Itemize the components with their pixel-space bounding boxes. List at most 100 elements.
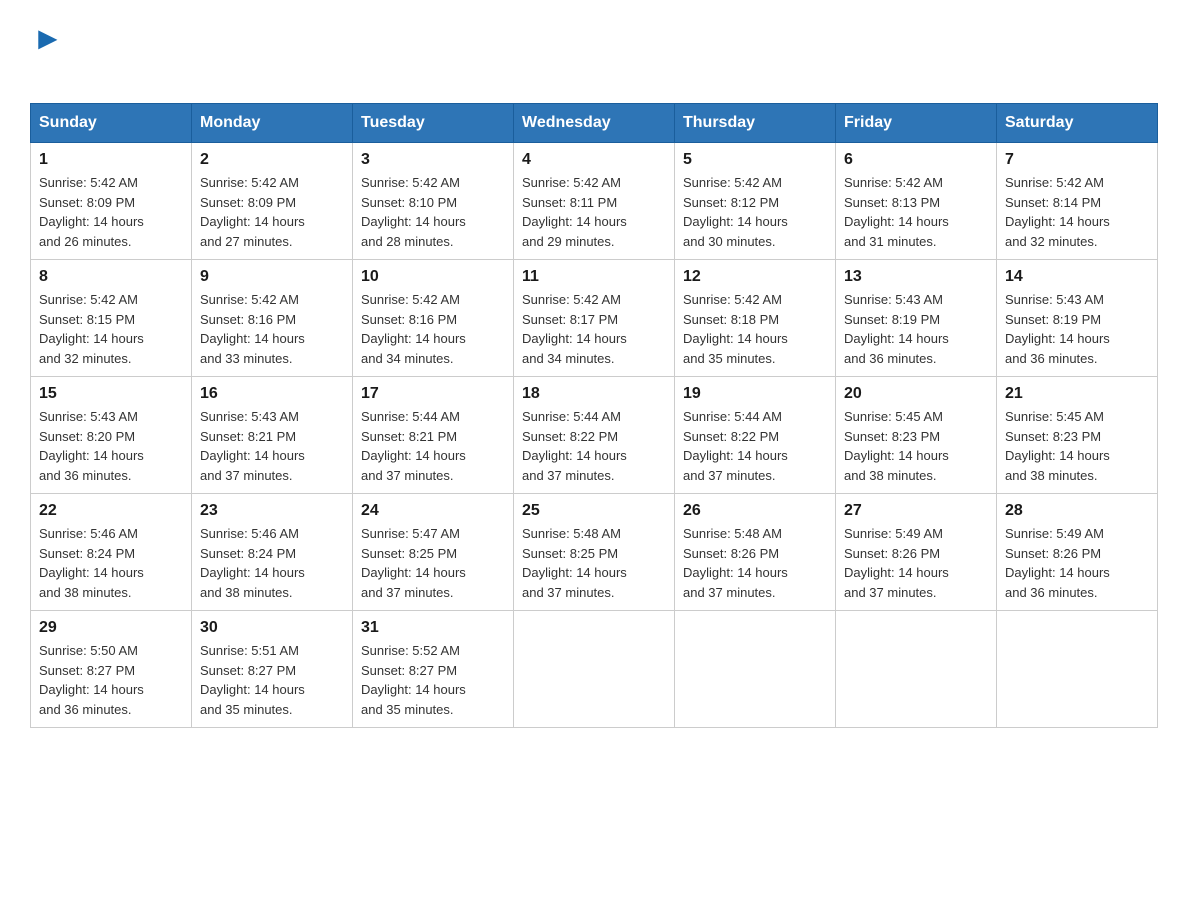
calendar-header-thursday: Thursday xyxy=(675,104,836,143)
day-info: Sunrise: 5:46 AMSunset: 8:24 PMDaylight:… xyxy=(39,524,183,602)
day-info: Sunrise: 5:42 AMSunset: 8:13 PMDaylight:… xyxy=(844,173,988,251)
calendar-day-cell: 26Sunrise: 5:48 AMSunset: 8:26 PMDayligh… xyxy=(675,494,836,611)
calendar-day-cell: 2 Sunrise: 5:42 AMSunset: 8:09 PMDaylight… xyxy=(192,143,353,260)
calendar-day-cell: 7Sunrise: 5:42 AMSunset: 8:14 PMDaylight… xyxy=(997,143,1158,260)
day-number: 22 xyxy=(39,502,183,520)
day-info: Sunrise: 5:50 AMSunset: 8:27 PMDaylight:… xyxy=(39,641,183,719)
calendar-day-cell: 4 Sunrise: 5:42 AMSunset: 8:11 PMDaylight… xyxy=(514,143,675,260)
day-info: Sunrise: 5:42 AMSunset: 8:10 PMDaylight:… xyxy=(361,173,505,251)
day-number: 3 xyxy=(361,151,505,169)
day-info: Sunrise: 5:42 AMSunset: 8:16 PMDaylight:… xyxy=(200,290,344,368)
calendar-day-cell: 20 Sunrise: 5:45 AMSunset: 8:23 PMDayligh… xyxy=(836,377,997,494)
calendar-header-saturday: Saturday xyxy=(997,104,1158,143)
calendar-day-cell: 23 Sunrise: 5:46 AMSunset: 8:24 PMDayligh… xyxy=(192,494,353,611)
calendar-day-cell: 28 Sunrise: 5:49 AMSunset: 8:26 PMDayligh… xyxy=(997,494,1158,611)
day-number: 9 xyxy=(200,268,344,286)
calendar-day-cell: 22 Sunrise: 5:46 AMSunset: 8:24 PMDayligh… xyxy=(31,494,192,611)
calendar-day-cell: 10 Sunrise: 5:42 AMSunset: 8:16 PMDayligh… xyxy=(353,260,514,377)
day-info: Sunrise: 5:42 AMSunset: 8:15 PMDaylight:… xyxy=(39,290,183,368)
day-info: Sunrise: 5:42 AMSunset: 8:14 PMDaylight:… xyxy=(1005,173,1149,251)
day-number: 29 xyxy=(39,619,183,637)
day-info: Sunrise: 5:49 AMSunset: 8:26 PMDaylight:… xyxy=(1005,524,1149,602)
calendar-day-cell: 15 Sunrise: 5:43 AMSunset: 8:20 PMDayligh… xyxy=(31,377,192,494)
calendar-header-row: SundayMondayTuesdayWednesdayThursdayFrid… xyxy=(31,104,1158,143)
calendar-week-row: 8 Sunrise: 5:42 AMSunset: 8:15 PMDaylight… xyxy=(31,260,1158,377)
day-info: Sunrise: 5:42 AMSunset: 8:09 PMDaylight:… xyxy=(39,173,183,251)
calendar-day-cell: 6Sunrise: 5:42 AMSunset: 8:13 PMDaylight… xyxy=(836,143,997,260)
calendar-day-cell: 29 Sunrise: 5:50 AMSunset: 8:27 PMDayligh… xyxy=(31,611,192,728)
logo: ► xyxy=(30,20,64,83)
header: ► xyxy=(30,20,1158,83)
day-info: Sunrise: 5:47 AMSunset: 8:25 PMDaylight:… xyxy=(361,524,505,602)
day-info: Sunrise: 5:52 AMSunset: 8:27 PMDaylight:… xyxy=(361,641,505,719)
calendar-header-tuesday: Tuesday xyxy=(353,104,514,143)
calendar-day-cell: 19 Sunrise: 5:44 AMSunset: 8:22 PMDayligh… xyxy=(675,377,836,494)
day-number: 10 xyxy=(361,268,505,286)
day-number: 31 xyxy=(361,619,505,637)
day-number: 1 xyxy=(39,151,183,169)
calendar-week-row: 15 Sunrise: 5:43 AMSunset: 8:20 PMDayligh… xyxy=(31,377,1158,494)
day-number: 26 xyxy=(683,502,827,520)
calendar-day-cell: 24 Sunrise: 5:47 AMSunset: 8:25 PMDayligh… xyxy=(353,494,514,611)
day-number: 23 xyxy=(200,502,344,520)
calendar-day-cell: 12Sunrise: 5:42 AMSunset: 8:18 PMDayligh… xyxy=(675,260,836,377)
calendar-day-cell: 30 Sunrise: 5:51 AMSunset: 8:27 PMDayligh… xyxy=(192,611,353,728)
day-number: 4 xyxy=(522,151,666,169)
day-info: Sunrise: 5:44 AMSunset: 8:22 PMDaylight:… xyxy=(683,407,827,485)
day-info: Sunrise: 5:42 AMSunset: 8:17 PMDaylight:… xyxy=(522,290,666,368)
day-info: Sunrise: 5:44 AMSunset: 8:22 PMDaylight:… xyxy=(522,407,666,485)
day-number: 5 xyxy=(683,151,827,169)
day-info: Sunrise: 5:45 AMSunset: 8:23 PMDaylight:… xyxy=(1005,407,1149,485)
day-number: 15 xyxy=(39,385,183,403)
day-number: 27 xyxy=(844,502,988,520)
day-info: Sunrise: 5:42 AMSunset: 8:18 PMDaylight:… xyxy=(683,290,827,368)
day-number: 18 xyxy=(522,385,666,403)
calendar-day-cell: 3 Sunrise: 5:42 AMSunset: 8:10 PMDaylight… xyxy=(353,143,514,260)
calendar-day-cell: 14 Sunrise: 5:43 AMSunset: 8:19 PMDayligh… xyxy=(997,260,1158,377)
day-info: Sunrise: 5:43 AMSunset: 8:19 PMDaylight:… xyxy=(1005,290,1149,368)
calendar-week-row: 1 Sunrise: 5:42 AMSunset: 8:09 PMDaylight… xyxy=(31,143,1158,260)
calendar-day-cell: 13Sunrise: 5:43 AMSunset: 8:19 PMDayligh… xyxy=(836,260,997,377)
day-number: 21 xyxy=(1005,385,1149,403)
day-info: Sunrise: 5:42 AMSunset: 8:11 PMDaylight:… xyxy=(522,173,666,251)
day-info: Sunrise: 5:43 AMSunset: 8:20 PMDaylight:… xyxy=(39,407,183,485)
day-number: 24 xyxy=(361,502,505,520)
day-number: 28 xyxy=(1005,502,1149,520)
day-number: 20 xyxy=(844,385,988,403)
day-info: Sunrise: 5:43 AMSunset: 8:19 PMDaylight:… xyxy=(844,290,988,368)
day-info: Sunrise: 5:42 AMSunset: 8:09 PMDaylight:… xyxy=(200,173,344,251)
calendar-day-cell: 16 Sunrise: 5:43 AMSunset: 8:21 PMDayligh… xyxy=(192,377,353,494)
day-number: 25 xyxy=(522,502,666,520)
calendar-day-cell: 9 Sunrise: 5:42 AMSunset: 8:16 PMDaylight… xyxy=(192,260,353,377)
calendar-header-sunday: Sunday xyxy=(31,104,192,143)
calendar-day-cell xyxy=(836,611,997,728)
day-info: Sunrise: 5:46 AMSunset: 8:24 PMDaylight:… xyxy=(200,524,344,602)
day-number: 19 xyxy=(683,385,827,403)
day-number: 2 xyxy=(200,151,344,169)
day-number: 30 xyxy=(200,619,344,637)
day-info: Sunrise: 5:43 AMSunset: 8:21 PMDaylight:… xyxy=(200,407,344,485)
calendar-day-cell xyxy=(514,611,675,728)
calendar-table: SundayMondayTuesdayWednesdayThursdayFrid… xyxy=(30,103,1158,728)
calendar-header-monday: Monday xyxy=(192,104,353,143)
calendar-day-cell xyxy=(675,611,836,728)
calendar-day-cell: 25Sunrise: 5:48 AMSunset: 8:25 PMDayligh… xyxy=(514,494,675,611)
day-number: 16 xyxy=(200,385,344,403)
day-info: Sunrise: 5:42 AMSunset: 8:12 PMDaylight:… xyxy=(683,173,827,251)
day-info: Sunrise: 5:44 AMSunset: 8:21 PMDaylight:… xyxy=(361,407,505,485)
day-number: 8 xyxy=(39,268,183,286)
calendar-day-cell xyxy=(997,611,1158,728)
calendar-day-cell: 31 Sunrise: 5:52 AMSunset: 8:27 PMDayligh… xyxy=(353,611,514,728)
calendar-day-cell: 5 Sunrise: 5:42 AMSunset: 8:12 PMDaylight… xyxy=(675,143,836,260)
day-info: Sunrise: 5:45 AMSunset: 8:23 PMDaylight:… xyxy=(844,407,988,485)
day-number: 17 xyxy=(361,385,505,403)
calendar-day-cell: 27Sunrise: 5:49 AMSunset: 8:26 PMDayligh… xyxy=(836,494,997,611)
calendar-day-cell: 1 Sunrise: 5:42 AMSunset: 8:09 PMDaylight… xyxy=(31,143,192,260)
day-info: Sunrise: 5:51 AMSunset: 8:27 PMDaylight:… xyxy=(200,641,344,719)
calendar-day-cell: 8 Sunrise: 5:42 AMSunset: 8:15 PMDaylight… xyxy=(31,260,192,377)
calendar-week-row: 29 Sunrise: 5:50 AMSunset: 8:27 PMDayligh… xyxy=(31,611,1158,728)
day-info: Sunrise: 5:42 AMSunset: 8:16 PMDaylight:… xyxy=(361,290,505,368)
calendar-header-wednesday: Wednesday xyxy=(514,104,675,143)
calendar-day-cell: 21 Sunrise: 5:45 AMSunset: 8:23 PMDayligh… xyxy=(997,377,1158,494)
day-number: 14 xyxy=(1005,268,1149,286)
